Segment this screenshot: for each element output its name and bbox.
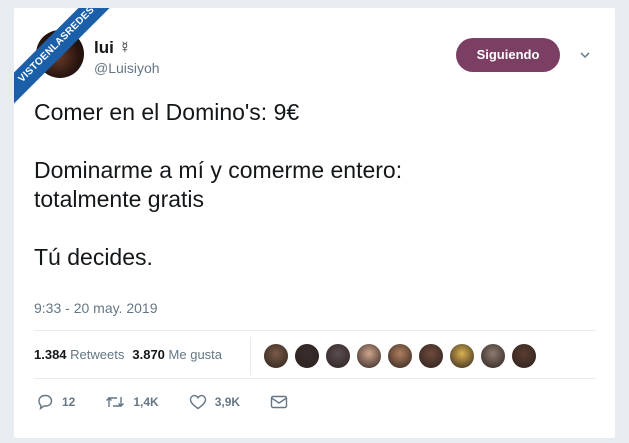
liker-avatar[interactable]	[449, 343, 475, 369]
watermark-ribbon-container: VISTOENLASREDES	[14, 8, 124, 118]
like-icon	[189, 394, 206, 410]
likes-label: Me gusta	[168, 347, 223, 362]
watermark-ribbon: VISTOENLASREDES	[14, 8, 118, 106]
reply-count: 12	[62, 395, 76, 409]
tweet-timestamp[interactable]: 9:33 - 20 may. 2019	[34, 300, 157, 316]
retweet-count: 1,4K	[133, 395, 159, 409]
reply-icon	[38, 394, 53, 410]
retweet-button[interactable]: 1,4K	[105, 394, 159, 410]
tweet-text: Comer en el Domino's: 9€ Dominarme a mí …	[34, 98, 594, 272]
retweets-count: 1.384	[34, 347, 67, 362]
message-icon	[270, 395, 288, 409]
liker-avatar[interactable]	[263, 343, 289, 369]
stats-separator	[250, 337, 251, 375]
tweet-line: Tú decides.	[34, 244, 153, 270]
retweet-icon	[106, 397, 125, 407]
liker-avatar[interactable]	[387, 343, 413, 369]
reply-button[interactable]: 12	[36, 394, 75, 410]
divider	[34, 330, 596, 331]
liker-avatar[interactable]	[418, 343, 444, 369]
divider	[34, 378, 596, 379]
liker-avatar[interactable]	[356, 343, 382, 369]
tweet-line: totalmente gratis	[34, 186, 205, 212]
liker-avatar[interactable]	[511, 343, 537, 369]
liker-avatar[interactable]	[294, 343, 320, 369]
tweet-card: VISTOENLASREDES lui ☿ @Luisiyoh Siguiend…	[14, 8, 615, 438]
likes-count: 3.870	[132, 347, 165, 362]
engagement-stats: 1.384 Retweets 3.870 Me gusta	[34, 347, 222, 362]
message-button[interactable]	[270, 395, 296, 409]
retweets-stat[interactable]: 1.384 Retweets	[34, 347, 124, 362]
likers-avatars	[263, 343, 542, 369]
chevron-down-icon[interactable]	[580, 50, 590, 60]
action-bar: 12 1,4K 3,9K	[36, 394, 326, 410]
following-button[interactable]: Siguiendo	[456, 38, 560, 72]
liker-avatar[interactable]	[325, 343, 351, 369]
like-count: 3,9K	[214, 395, 241, 409]
liker-avatar[interactable]	[480, 343, 506, 369]
tweet-line: Dominarme a mí y comerme entero:	[34, 157, 403, 183]
retweets-label: Retweets	[70, 347, 125, 362]
like-button[interactable]: 3,9K	[189, 394, 240, 410]
likes-stat[interactable]: 3.870 Me gusta	[132, 347, 222, 362]
